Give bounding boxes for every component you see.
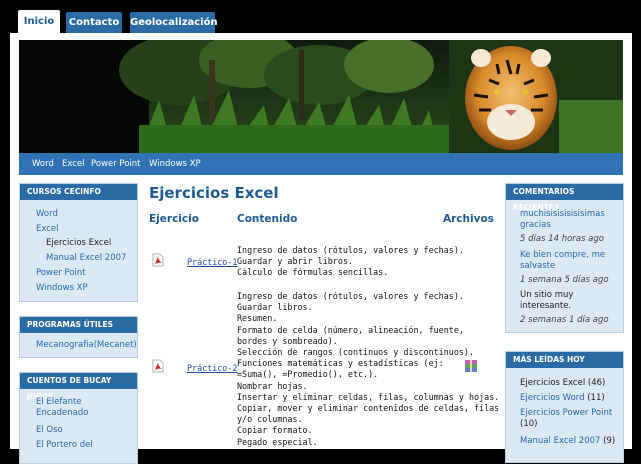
practico-2-content: Ingreso de datos (rótulos, valores y fec… (237, 291, 500, 447)
leidas-item-3: Ejercicios Power Point (10) (520, 408, 618, 430)
leidas-item-1: Ejercicios Excel (46) (520, 378, 605, 389)
comentario-2-link[interactable]: Ke bien compre, me salvaste (520, 250, 612, 272)
cursos-item-excel[interactable]: Excel (36, 224, 59, 235)
cursos-item-power-point[interactable]: Power Point (36, 268, 86, 279)
header-banner (19, 40, 623, 153)
pdf-icon[interactable] (152, 359, 164, 373)
cuentos-item-oso[interactable]: El Oso (36, 425, 63, 436)
comentario-2-time: 1 semana 5 días ago (520, 275, 609, 285)
cursos-title: CURSOS CECINFO (20, 184, 137, 200)
tab-contacto[interactable]: Contacto (66, 12, 122, 33)
main-nav: Word Excel Power Point Windows XP (19, 153, 623, 175)
practico-1-link[interactable]: Práctico-1 (187, 257, 237, 267)
nav-windows-xp[interactable]: Windows XP (149, 153, 201, 175)
leidas-item-4-count: (9) (603, 436, 616, 446)
practico-1-content: Ingreso de datos (rótulos, valores y fec… (237, 245, 464, 278)
programas-title: PROGRAMAS ÚTILES (20, 317, 137, 333)
cursos-item-windows-xp[interactable]: Windows XP (36, 283, 88, 294)
leidas-item-3-count: (10) (520, 419, 538, 429)
comentario-3-time: 2 semanas 1 día ago (520, 315, 609, 325)
col-header-ejercicio: Ejercicio (149, 213, 199, 225)
leidas-item-1-count: (46) (587, 378, 606, 388)
leidas-item-3-link[interactable]: Ejercicios Power Point (520, 408, 612, 418)
comentarios-title: COMENTARIOS RECIENTES (506, 184, 623, 212)
leidas-item-1-link[interactable]: Ejercicios Excel (520, 378, 585, 388)
leidas-title: MÁS LEÍDAS HOY (506, 352, 623, 368)
col-header-archivos: Archivos (443, 213, 494, 225)
leidas-item-4: Manual Excel 2007 (9) (520, 436, 615, 447)
cursos-item-ejercicios-excel[interactable]: Ejercicios Excel (46, 238, 111, 249)
practico-2-link[interactable]: Práctico-2 (187, 363, 237, 373)
leidas-item-4-link[interactable]: Manual Excel 2007 (520, 436, 600, 446)
nav-excel[interactable]: Excel (62, 153, 85, 175)
pdf-icon[interactable] (152, 253, 164, 267)
archive-icon[interactable] (463, 358, 479, 374)
cuentos-item-portero[interactable]: El Portero del (36, 440, 93, 451)
programas-block: PROGRAMAS ÚTILES (19, 316, 138, 358)
cuentos-item-elefante[interactable]: El Elefante Encadenado (36, 397, 108, 419)
tab-geolocalizacion[interactable]: Geolocalización (130, 12, 218, 33)
cursos-item-word[interactable]: Word (36, 209, 58, 220)
nav-power-point[interactable]: Power Point (91, 153, 141, 175)
nav-word[interactable]: Word (32, 153, 54, 175)
cursos-item-manual-excel[interactable]: Manual Excel 2007 (46, 253, 126, 264)
page-title: Ejercicios Excel (149, 184, 279, 202)
jungle-tiger-image (19, 40, 623, 153)
programas-item-mecanet[interactable]: Mecanografia(Mecanet) (36, 340, 137, 351)
comentario-1-link[interactable]: muchisisisisisisimas gracias (520, 209, 612, 231)
leidas-item-2: Ejercicios Word (11) (520, 393, 605, 404)
leidas-item-2-count: (11) (587, 393, 605, 403)
cuentos-title: CUENTOS DE BUCAY JORGE (20, 373, 137, 401)
col-header-contenido: Contenido (237, 213, 298, 225)
tab-inicio[interactable]: Inicio (18, 10, 60, 33)
comentario-1-time: 5 días 14 horas ago (520, 234, 604, 244)
leidas-item-2-link[interactable]: Ejercicios Word (520, 393, 585, 403)
comentario-3-link[interactable]: Un sitio muy interesante. (520, 290, 590, 312)
